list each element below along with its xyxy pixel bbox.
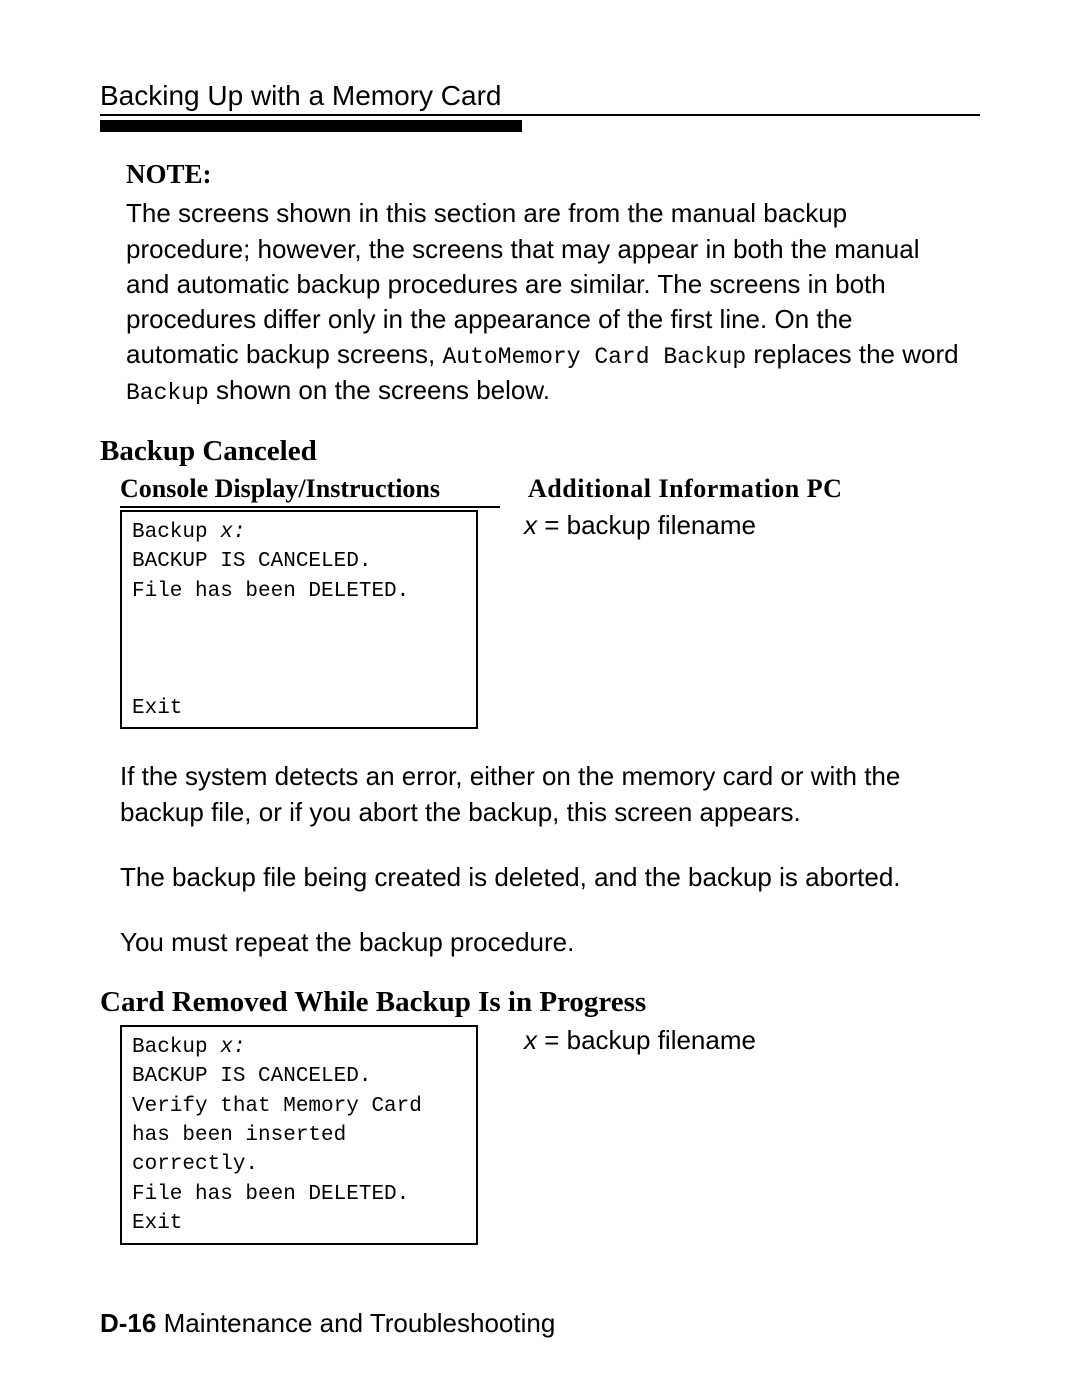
console1-line3: File has been DELETED. — [132, 577, 466, 606]
header-rule — [100, 114, 980, 130]
column-headers: Console Display/Instructions Additional … — [120, 474, 980, 508]
console-row-1: Backup x: BACKUP IS CANCELED. File has b… — [120, 510, 980, 730]
page-footer: D-16 Maintenance and Troubleshooting — [100, 1308, 555, 1339]
side-note-2: x = backup filename — [478, 1025, 980, 1245]
side2-text: = backup filename — [537, 1025, 756, 1055]
note-body: The screens shown in this section are fr… — [126, 198, 959, 404]
side2-var: x — [524, 1025, 537, 1055]
side1-text: = backup filename — [537, 510, 756, 540]
para-error-detect: If the system detects an error, either o… — [120, 759, 960, 829]
footer-label: Maintenance and Troubleshooting — [156, 1308, 555, 1338]
console2-line4: has been inserted — [132, 1121, 466, 1150]
console-row-2: Backup x: BACKUP IS CANCELED. Verify tha… — [120, 1025, 980, 1245]
heading-backup-canceled: Backup Canceled — [100, 435, 980, 468]
console2-line3: Verify that Memory Card — [132, 1092, 466, 1121]
console2-line1a: Backup — [132, 1036, 220, 1059]
note-mono-2: Backup — [126, 380, 209, 406]
side-note-1: x = backup filename — [478, 510, 980, 730]
console-display-1: Backup x: BACKUP IS CANCELED. File has b… — [120, 510, 478, 730]
note-body-mid: replaces the word — [746, 339, 958, 369]
note-label: NOTE: — [126, 156, 960, 192]
side1-var: x — [524, 510, 537, 540]
para-file-deleted: The backup file being created is deleted… — [120, 860, 960, 895]
console-display-2: Backup x: BACKUP IS CANCELED. Verify tha… — [120, 1025, 478, 1245]
note-mono-1: AutoMemory Card Backup — [443, 344, 747, 370]
console2-line1b: x: — [220, 1036, 245, 1059]
para-repeat: You must repeat the backup procedure. — [120, 925, 960, 960]
console1-line1a: Backup — [132, 521, 220, 544]
col-header-additional: Additional Information PC — [500, 474, 980, 508]
console1-line2: BACKUP IS CANCELED. — [132, 547, 466, 576]
console2-exit: Exit — [132, 1209, 466, 1238]
console1-line1b: x: — [220, 521, 245, 544]
section-header: Backing Up with a Memory Card — [100, 80, 980, 112]
page: Backing Up with a Memory Card NOTE: The … — [0, 0, 1080, 1395]
note-body-post: shown on the screens below. — [209, 375, 550, 405]
col-header-console: Console Display/Instructions — [120, 474, 500, 508]
console2-line6: File has been DELETED. — [132, 1180, 466, 1209]
console1-exit: Exit — [132, 694, 466, 723]
note-block: NOTE: The screens shown in this section … — [126, 156, 960, 409]
heading-card-removed: Card Removed While Backup Is in Progress — [100, 986, 980, 1019]
console2-line5: correctly. — [132, 1150, 466, 1179]
footer-page-num: D-16 — [100, 1308, 156, 1338]
console2-line2: BACKUP IS CANCELED. — [132, 1062, 466, 1091]
